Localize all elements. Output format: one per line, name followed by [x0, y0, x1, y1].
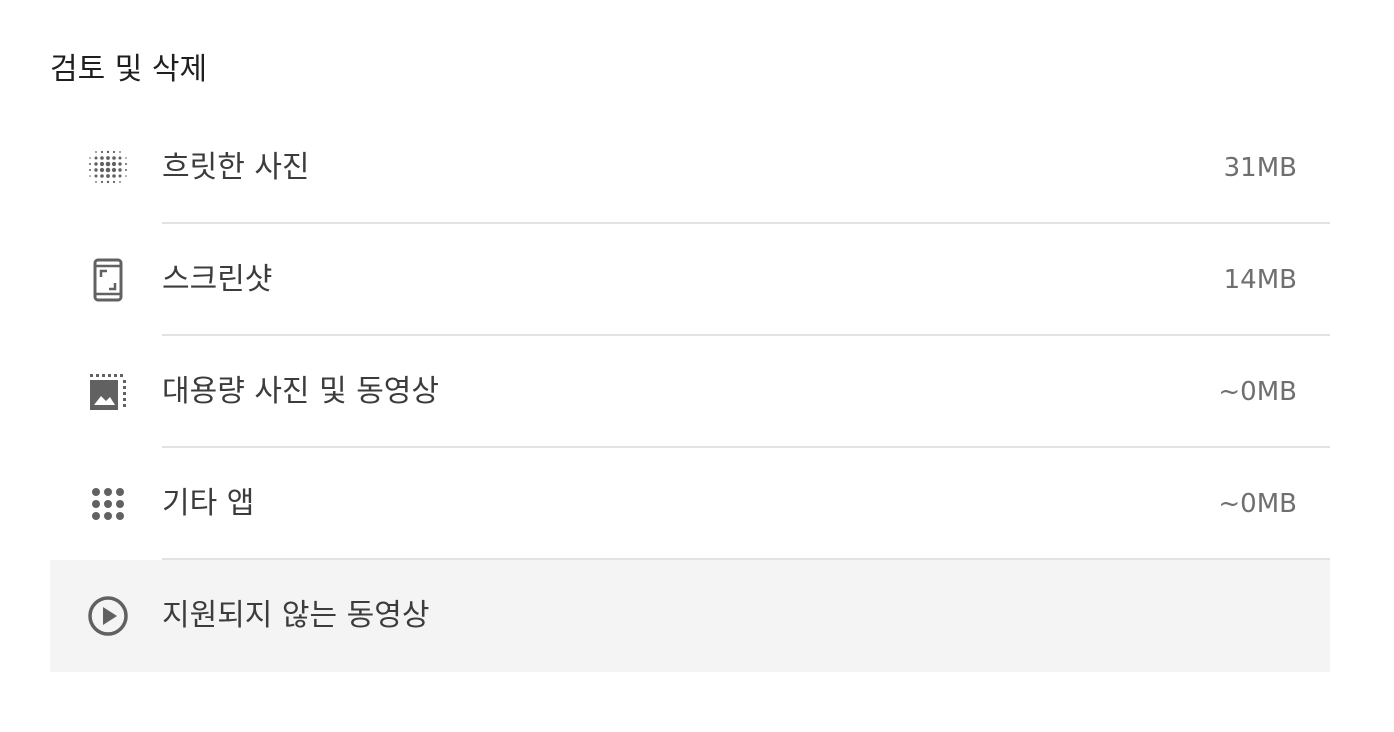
review-and-delete-page: 검토 및 삭제 흐릿한 사진 31MB 스크린샷 14MB 대용량 사진 및 동… [0, 0, 1394, 732]
screenshot-icon [86, 258, 130, 302]
item-label: 스크린샷 [162, 262, 273, 297]
blurry-photo-icon [86, 146, 130, 190]
item-label: 지원되지 않는 동영상 [162, 598, 430, 633]
list-item-large-media[interactable]: 대용량 사진 및 동영상 ~0MB [50, 336, 1330, 448]
list-item-other-apps[interactable]: 기타 앱 ~0MB [50, 448, 1330, 560]
item-size: ~0MB [1218, 377, 1297, 407]
large-media-icon [86, 370, 130, 414]
list-item-screenshots[interactable]: 스크린샷 14MB [50, 224, 1330, 336]
item-label: 대용량 사진 및 동영상 [162, 374, 440, 409]
apps-grid-icon [86, 482, 130, 526]
item-size: 31MB [1223, 153, 1297, 183]
item-size: 14MB [1223, 265, 1297, 295]
item-size: ~0MB [1218, 489, 1297, 519]
item-label: 흐릿한 사진 [162, 150, 310, 185]
review-list: 흐릿한 사진 31MB 스크린샷 14MB 대용량 사진 및 동영상 ~0MB … [50, 112, 1330, 672]
list-item-blurry-photos[interactable]: 흐릿한 사진 31MB [50, 112, 1330, 224]
list-item-unsupported-videos[interactable]: 지원되지 않는 동영상 [50, 560, 1330, 672]
play-circle-icon [86, 594, 130, 638]
item-label: 기타 앱 [162, 486, 255, 521]
section-title: 검토 및 삭제 [50, 52, 208, 87]
